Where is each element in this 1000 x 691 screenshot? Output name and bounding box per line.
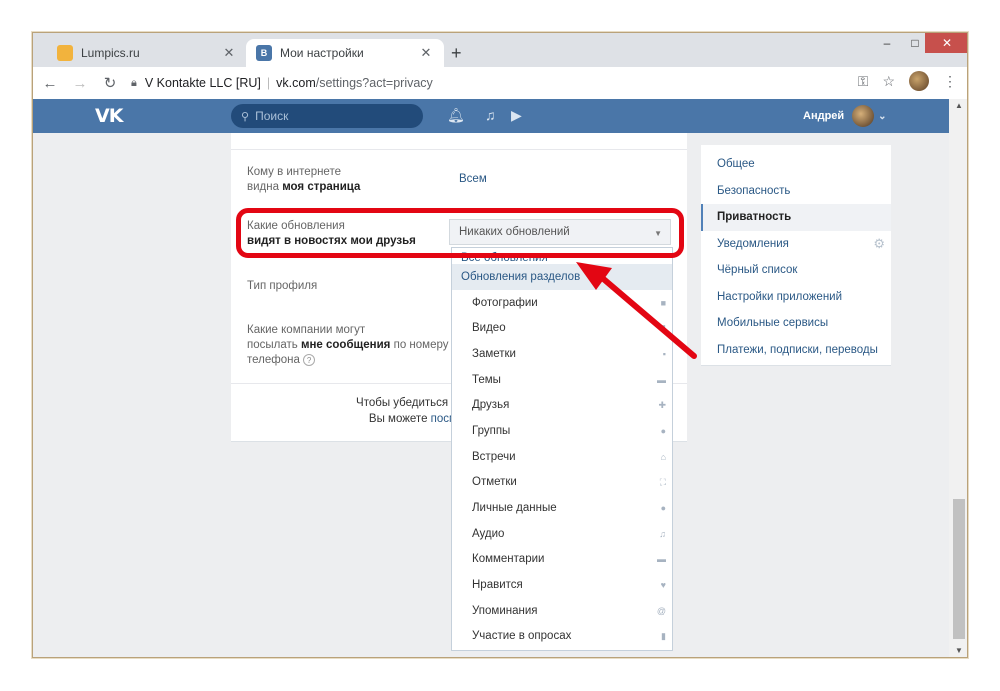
annotation-arrow-icon <box>576 262 697 359</box>
